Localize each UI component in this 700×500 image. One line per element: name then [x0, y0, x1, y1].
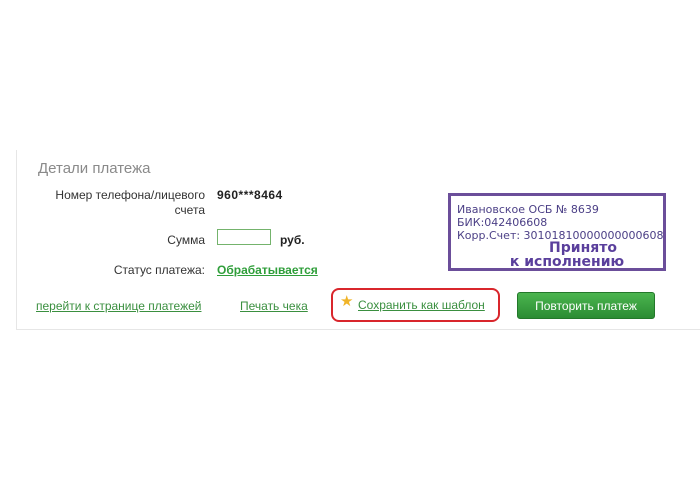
phone-label: Номер телефона/лицевого счета	[55, 188, 205, 217]
sum-input[interactable]	[217, 229, 271, 245]
stamp-accepted: Принято	[549, 240, 617, 256]
sum-label: Сумма	[167, 233, 205, 247]
print-receipt-link[interactable]: Печать чека	[240, 299, 308, 313]
save-template-link[interactable]: Сохранить как шаблон	[358, 298, 485, 312]
status-label: Статус платежа:	[113, 263, 205, 277]
sum-unit: руб.	[280, 233, 305, 247]
section-title: Детали платежа	[38, 160, 151, 177]
stamp-bik: БИК:042406608	[457, 216, 548, 229]
phone-value: 960***8464	[217, 188, 283, 202]
stamp-bank-name: Ивановское ОСБ № 8639	[457, 203, 599, 216]
status-link[interactable]: Обрабатывается	[217, 263, 318, 277]
star-icon[interactable]: ★	[340, 294, 353, 309]
bank-stamp: Ивановское ОСБ № 8639 БИК:042406608 Корр…	[448, 193, 666, 271]
stamp-for-execution: к исполнению	[509, 254, 625, 270]
repeat-payment-button[interactable]: Повторить платеж	[517, 292, 655, 319]
payments-page-link[interactable]: перейти к странице платежей	[36, 299, 201, 313]
